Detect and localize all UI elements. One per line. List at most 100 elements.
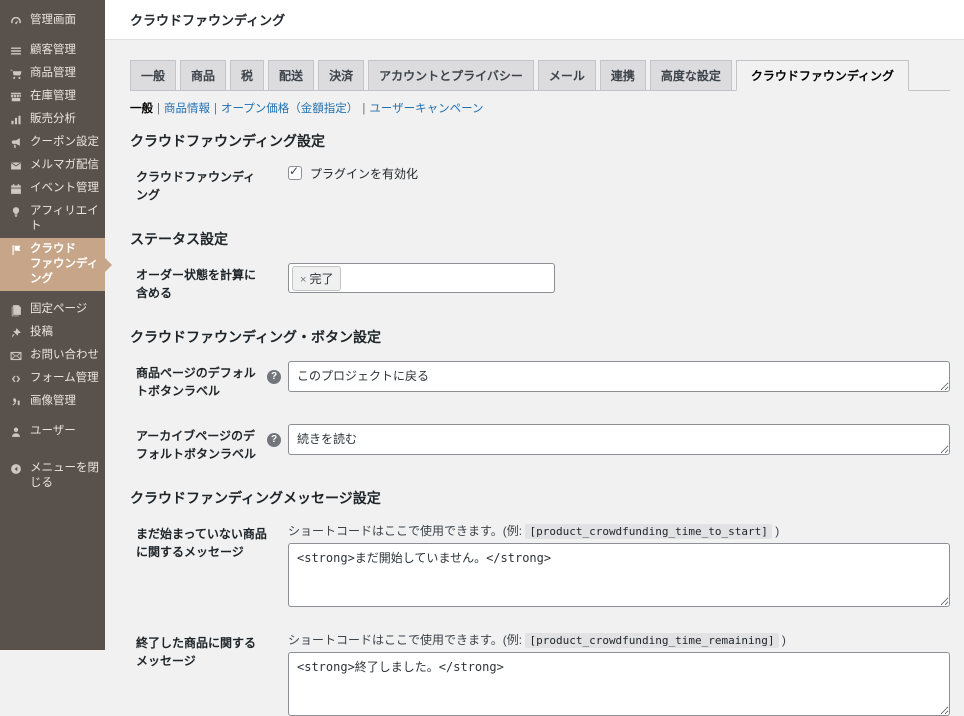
subnav-separator: |: [214, 103, 217, 115]
ended-message-textarea[interactable]: <strong>終了しました。</strong>: [288, 652, 950, 716]
not-started-message-textarea[interactable]: <strong>まだ開始していません。</strong>: [288, 543, 950, 607]
shortcode-hint: ショートコードはここで使用できます。(例: [product_crowdfund…: [288, 633, 786, 648]
subnav-separator: |: [362, 103, 366, 115]
sidebar-item[interactable]: 顧客管理: [0, 39, 105, 62]
remove-tag-icon[interactable]: ×: [300, 274, 306, 286]
code-icon: [9, 372, 23, 386]
settings-subnav: 一般 | 商品情報 | オープン価格（金額指定） | ユーザーキャンペーン: [130, 100, 950, 116]
page-header: クラウドファウンディング: [105, 0, 964, 40]
help-icon[interactable]: ?: [267, 370, 281, 384]
order-status-multiselect[interactable]: × 完了: [288, 263, 555, 293]
settings-tab[interactable]: 商品: [180, 60, 227, 91]
field-value: ショートコードはここで使用できます。(例: [product_crowdfund…: [288, 631, 950, 716]
sidebar-item-label: イベント管理: [30, 182, 99, 194]
megaphone-icon: [9, 136, 23, 150]
sidebar-item[interactable]: クラウド ファウンディング: [0, 238, 112, 291]
settings-tab[interactable]: クラウドファウンディング: [735, 60, 910, 91]
form-row-archive-button-label: アーカイブページのデフォルトボタンラベル ? 続きを読む: [130, 424, 950, 463]
flag-icon: [9, 243, 23, 257]
help-cell: ?: [267, 424, 288, 463]
help-cell: ?: [267, 361, 288, 400]
sidebar-item[interactable]: 商品管理: [0, 62, 105, 85]
sidebar-item-label: 固定ページ: [30, 303, 88, 315]
help-spacer: [267, 165, 288, 204]
subnav-link[interactable]: 商品情報: [164, 103, 210, 115]
enable-plugin-checkbox[interactable]: ✓: [288, 164, 302, 180]
list-icon: [9, 44, 23, 58]
sidebar-item-label: 顧客管理: [30, 44, 76, 56]
subnav-link[interactable]: オープン価格（金額指定）: [221, 103, 358, 115]
sidebar-item[interactable]: イベント管理: [0, 177, 105, 200]
sidebar-item-label: 商品管理: [30, 67, 76, 79]
field-label: 終了した商品に関するメッセージ: [136, 636, 257, 668]
help-icon[interactable]: ?: [267, 433, 281, 447]
sidebar-item[interactable]: 投稿: [0, 321, 105, 344]
settings-tab[interactable]: 配送: [268, 60, 315, 91]
form-row-ended-message: 終了した商品に関するメッセージ ショートコードはここで使用できます。(例: [p…: [130, 631, 950, 716]
form-row-enable-plugin: クラウドファウンディング ✓ プラグインを有効化: [130, 164, 950, 204]
section-title-crowdfunding: クラウドファウンディング設定: [130, 133, 326, 149]
field-value: このプロジェクトに戻る: [288, 361, 950, 400]
settings-tab[interactable]: 税: [230, 60, 265, 91]
sidebar-item[interactable]: 在庫管理: [0, 85, 105, 108]
archive-button-label-textarea[interactable]: 続きを読む: [288, 424, 950, 455]
settings-tab[interactable]: 決済: [318, 60, 365, 91]
sidebar-item-label: クラウド ファウンディング: [30, 243, 99, 285]
sidebar-item[interactable]: メニューを閉じる: [0, 457, 105, 495]
admin-sidebar: 管理画面顧客管理商品管理在庫管理販売分析クーポン設定メルマガ配信イベント管理アフ…: [0, 0, 112, 650]
sidebar-item[interactable]: ユーザー: [0, 420, 105, 443]
store-icon: [9, 90, 23, 104]
email-icon: [9, 159, 23, 173]
settings-tab[interactable]: 一般: [130, 60, 177, 91]
page-title: クラウドファウンディング: [130, 13, 286, 28]
quote-icon: [9, 395, 23, 409]
subnav-item: ユーザーキャンペーン: [369, 103, 483, 115]
status-tag-label: 完了: [309, 272, 334, 286]
sidebar-item-label: ユーザー: [30, 425, 76, 437]
sidebar-item[interactable]: フォーム管理: [0, 367, 105, 390]
settings-content: 一般 商品税配送 決済 アカウントとプライバシー メール 連携 高度な設定 クラウドファウンデ…: [105, 40, 964, 716]
contact-mail-icon: [9, 349, 23, 363]
sidebar-item-label: 在庫管理: [30, 90, 76, 102]
settings-tab[interactable]: アカウントとプライバシー: [368, 60, 534, 91]
subnav-link[interactable]: ユーザーキャンペーン: [369, 103, 483, 115]
section-title-messages: クラウドファンディングメッセージ設定: [130, 490, 381, 506]
main-area: クラウドファウンディング 一般 商品税配送 決済 アカウントとプライバシー メール 連携高…: [105, 0, 964, 716]
shortcode-code: [product_crowdfunding_time_to_start]: [525, 524, 772, 539]
subnav-item: オープン価格（金額指定） |: [221, 103, 369, 115]
check-icon: ✓: [289, 164, 300, 178]
shortcode-code: [product_crowdfunding_time_remaining]: [525, 633, 779, 648]
sidebar-item[interactable]: メルマガ配信: [0, 154, 105, 177]
shortcode-hint: ショートコードはここで使用できます。(例: [product_crowdfund…: [288, 524, 780, 539]
form-row-product-button-label: 商品ページのデフォルトボタンラベル ? このプロジェクトに戻る: [130, 361, 950, 400]
settings-tabs: 一般 商品税配送 決済 アカウントとプライバシー メール 連携 高度な設定 クラウドファウンデ…: [130, 60, 950, 91]
settings-tab[interactable]: メール: [537, 60, 596, 91]
field-label: クラウドファウンディング: [136, 170, 256, 202]
sidebar-item[interactable]: 固定ページ: [0, 298, 105, 321]
sidebar-item[interactable]: アフィリエイト: [0, 200, 105, 238]
sidebar-item[interactable]: 画像管理: [0, 390, 105, 413]
sidebar-item-label: アフィリエイト: [30, 205, 99, 232]
sidebar-item-label: 画像管理: [30, 395, 76, 407]
field-value: ✓ プラグインを有効化: [288, 164, 950, 204]
sidebar-item[interactable]: 管理画面: [0, 9, 105, 32]
collapse-icon: [9, 462, 23, 476]
help-spacer: [267, 522, 288, 607]
calendar-icon: [9, 182, 23, 196]
sidebar-item[interactable]: 販売分析: [0, 108, 105, 131]
product-button-label-textarea[interactable]: このプロジェクトに戻る: [288, 361, 950, 392]
sidebar-item[interactable]: クーポン設定: [0, 131, 105, 154]
subnav-separator: |: [157, 103, 160, 115]
sidebar-item[interactable]: お問い合わせ: [0, 344, 105, 367]
subnav-link[interactable]: 一般: [130, 103, 153, 115]
form-row-not-started-message: まだ始まっていない商品に関するメッセージ ショートコードはここで使用できます。(…: [130, 522, 950, 607]
subnav-item: 商品情報 |: [164, 103, 221, 115]
help-spacer: [267, 263, 288, 302]
settings-tab[interactable]: 連携: [599, 60, 646, 91]
field-value: ショートコードはここで使用できます。(例: [product_crowdfund…: [288, 522, 950, 607]
checkbox-label: プラグインを有効化: [310, 167, 419, 181]
sidebar-item-label: クーポン設定: [30, 136, 99, 148]
field-label: まだ始まっていない商品に関するメッセージ: [136, 527, 267, 559]
settings-tab[interactable]: 高度な設定: [649, 60, 732, 91]
lightbulb-icon: [9, 205, 23, 219]
